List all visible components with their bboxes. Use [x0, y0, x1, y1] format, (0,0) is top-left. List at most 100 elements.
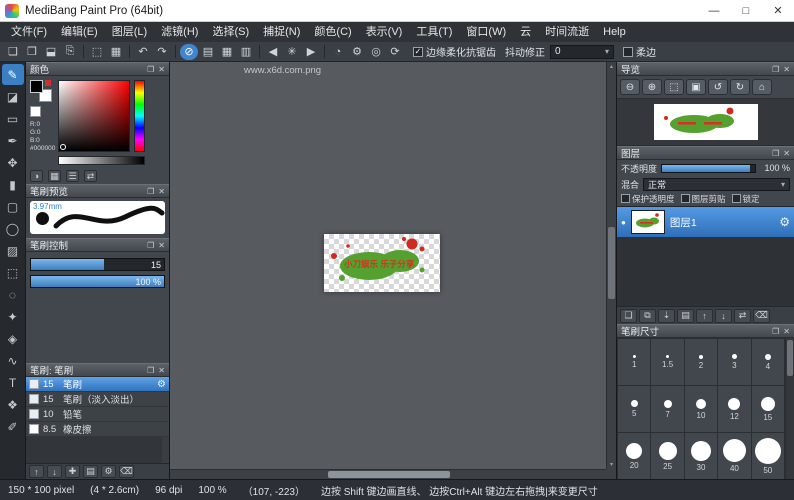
panel-close-icon[interactable]: ✕ — [783, 149, 790, 158]
brush-down-icon[interactable]: ↓ — [47, 465, 62, 478]
scroll-down-icon[interactable]: ▾ — [607, 461, 616, 468]
layer-up-icon[interactable]: ↑ — [696, 309, 713, 323]
brush-size-cell[interactable]: 1.5 — [651, 339, 683, 385]
panel-close-icon[interactable]: ✕ — [783, 65, 790, 74]
hand-tool[interactable]: ❖ — [2, 394, 24, 415]
menu-item[interactable]: 编辑(E) — [54, 22, 105, 42]
select-rect-tool[interactable]: ▭ — [2, 108, 24, 129]
blend-mode-select[interactable]: 正常 ▾ — [643, 178, 790, 191]
brush-size-cell[interactable]: 30 — [685, 433, 717, 479]
select-all-icon[interactable]: ⬚ — [88, 44, 106, 60]
snap-parallel-icon[interactable]: ▤ — [199, 44, 217, 60]
panel-close-icon[interactable]: ✕ — [158, 241, 165, 250]
brush-opacity-slider[interactable]: 100 % — [30, 275, 165, 288]
redo-icon[interactable]: ↷ — [153, 44, 171, 60]
menu-item[interactable]: 选择(S) — [205, 22, 256, 42]
snap-focus-icon[interactable]: ◎ — [367, 44, 385, 60]
foreground-color-swatch[interactable] — [30, 80, 43, 93]
select-marquee-tool[interactable]: ⬚ — [2, 262, 24, 283]
menu-item[interactable]: 工具(T) — [409, 22, 459, 42]
new-canvas-icon[interactable]: ❑ — [4, 44, 22, 60]
transparent-color-swatch[interactable] — [30, 106, 41, 117]
layer-opacity-slider[interactable] — [661, 164, 756, 173]
panel-close-icon[interactable]: ✕ — [158, 65, 165, 74]
add-brush-icon[interactable]: ✚ — [65, 465, 80, 478]
panel-float-icon[interactable]: ❐ — [147, 241, 154, 250]
layer-option[interactable]: 图层剪贴 — [681, 193, 726, 205]
reset-view-icon[interactable]: ⌂ — [752, 79, 772, 95]
delete-brush-icon[interactable]: ⌫ — [119, 465, 134, 478]
open-file-icon[interactable]: ❒ — [23, 44, 41, 60]
layer-visibility-icon[interactable]: ● — [621, 218, 626, 227]
brush-preview-header[interactable]: 笔刷预览 ❐ ✕ — [26, 184, 169, 198]
menu-item[interactable]: 表示(V) — [359, 22, 410, 42]
menu-item[interactable]: 滤镜(H) — [154, 22, 205, 42]
separator[interactable] — [83, 45, 84, 58]
brush-item[interactable]: 15 笔刷（淡入淡出） ⚙ — [26, 392, 169, 407]
rect-tool[interactable]: ▢ — [2, 196, 24, 217]
navigator-header[interactable]: 导览 ❐ ✕ — [617, 62, 794, 76]
menu-item[interactable]: 颜色(C) — [307, 22, 358, 42]
text-tool[interactable]: T — [2, 372, 24, 393]
add-layer-icon[interactable]: ❑ — [620, 309, 637, 323]
stabilizer-select[interactable]: 0 ▾ — [550, 45, 614, 59]
brush-item[interactable]: 8.5 橡皮擦 ⚙ — [26, 422, 169, 437]
separator[interactable] — [129, 45, 130, 58]
panel-close-icon[interactable]: ✕ — [158, 366, 165, 375]
layer-option[interactable]: 锁定 — [732, 193, 760, 205]
brush-size-cell[interactable]: 1 — [618, 339, 650, 385]
snap-off-icon[interactable]: ⊘ — [180, 44, 198, 60]
canvas-area[interactable]: www.x6d.com.png 小刀娱乐 乐子分享 ▴ — [170, 62, 616, 479]
snap-next-icon[interactable]: ▶ — [302, 44, 320, 60]
panel-float-icon[interactable]: ❐ — [147, 187, 154, 196]
move-tool[interactable]: ✥ — [2, 152, 24, 173]
export-icon[interactable]: ⎘ — [61, 44, 79, 60]
hue-slider[interactable] — [134, 80, 145, 152]
brush-size-cell[interactable]: 5 — [618, 386, 650, 432]
menu-item[interactable]: 文件(F) — [4, 22, 54, 42]
bucket-tool[interactable]: ◈ — [2, 328, 24, 349]
brush-item[interactable]: 10 铅笔 ⚙ — [26, 407, 169, 422]
brush-size-cell[interactable]: 12 — [718, 386, 750, 432]
pen-tool[interactable]: ✎ — [2, 64, 24, 85]
navigator-thumbnail[interactable] — [654, 104, 758, 140]
brush-size-cell[interactable]: 50 — [752, 433, 784, 479]
save-icon[interactable]: ⬓ — [42, 44, 60, 60]
brush-size-scroll-thumb[interactable] — [787, 340, 793, 376]
menu-item[interactable]: 捕捉(N) — [256, 22, 307, 42]
brush-size-cell[interactable]: 2 — [685, 339, 717, 385]
vertical-scroll-thumb[interactable] — [608, 227, 615, 299]
eraser-tool[interactable]: ◪ — [2, 86, 24, 107]
gradient-tool[interactable]: ▨ — [2, 240, 24, 261]
delete-layer-icon[interactable]: ⌫ — [753, 309, 770, 323]
brush-list-header[interactable]: 笔刷: 笔刷 ❐ ✕ — [26, 363, 169, 377]
soft-edge-option[interactable]: 柔边 — [623, 44, 656, 59]
slider-view-icon[interactable]: ☰ — [66, 170, 79, 182]
brush-size-cell[interactable]: 15 — [752, 386, 784, 432]
snap-prev-icon[interactable]: ◀ — [264, 44, 282, 60]
duplicate-layer-icon[interactable]: ⧉ — [639, 309, 656, 323]
brush-up-icon[interactable]: ↑ — [29, 465, 44, 478]
panel-close-icon[interactable]: ✕ — [158, 187, 165, 196]
curve-tool[interactable]: ∿ — [2, 350, 24, 371]
minimize-button[interactable]: — — [698, 0, 730, 21]
menu-item[interactable]: 云 — [513, 22, 538, 42]
color-panel-header[interactable]: 颜色 ❐ ✕ — [26, 62, 169, 76]
palette-icon[interactable]: ▦ — [48, 170, 61, 182]
rotate-left-icon[interactable]: ↺ — [708, 79, 728, 95]
canvas-vertical-scrollbar[interactable]: ▴ ▾ — [606, 62, 616, 469]
menu-item[interactable]: 时间流逝 — [538, 22, 596, 42]
zoom-fit-icon[interactable]: ⬚ — [664, 79, 684, 95]
brush-settings-icon[interactable]: ⚙ — [101, 465, 116, 478]
canvas-document[interactable]: 小刀娱乐 乐子分享 — [324, 234, 440, 292]
separator[interactable] — [175, 45, 176, 58]
zoom-out-icon[interactable]: ⊖ — [620, 79, 640, 95]
snap-cross-icon[interactable]: ▥ — [237, 44, 255, 60]
brush-size-cell[interactable]: 20 — [618, 433, 650, 479]
lasso-tool[interactable]: ◌ — [2, 284, 24, 305]
brush-size-cell[interactable]: 10 — [685, 386, 717, 432]
canvas-horizontal-scrollbar[interactable] — [170, 469, 606, 479]
color-wheel-icon[interactable]: ◑ — [30, 170, 43, 182]
snap-radial-icon[interactable]: ✳ — [283, 44, 301, 60]
close-button[interactable]: ✕ — [762, 0, 794, 21]
